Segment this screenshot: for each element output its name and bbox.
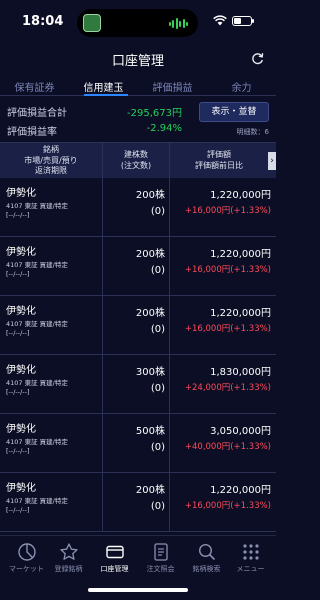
table-row[interactable]: 伊勢化 4107 東証 買建/特定 [--/--/--] 200株 (0) 1,…	[0, 178, 276, 237]
header-symbol: 銘柄 市場/売買/預り 返済期限	[0, 145, 102, 177]
status-bar: 18:04	[0, 0, 276, 44]
row-name: 伊勢化	[6, 365, 36, 376]
header-symbol-line2: 市場/売買/預り	[24, 155, 78, 165]
row-name: 伊勢化	[6, 424, 36, 435]
table-row[interactable]: 伊勢化 4107 東証 買建/特定 [--/--/--] 200株 (0) 1,…	[0, 237, 276, 296]
wifi-icon	[213, 15, 227, 26]
bottom-nav: マーケット 登録銘柄 口座管理 注文照会 銘柄検索 メニュー	[0, 535, 276, 600]
row-market: 4107 東証 買建/特定	[6, 261, 68, 269]
row-value: 1,220,000円	[210, 308, 271, 319]
header-quantity: 建株数 (注文数)	[103, 150, 169, 171]
row-value: 1,220,000円	[210, 190, 271, 201]
header-symbol-line1: 銘柄	[43, 145, 59, 154]
row-qty: 200株	[135, 190, 165, 201]
app-icon	[83, 14, 101, 32]
row-change: +24,000円(+1.33%)	[184, 383, 271, 393]
wallet-icon	[105, 545, 124, 559]
row-name: 伊勢化	[6, 247, 36, 258]
header-quantity-line1: 建株数	[124, 150, 148, 159]
row-limit: [--/--/--]	[6, 506, 30, 514]
table-row[interactable]: 伊勢化 4107 東証 買建/特定 [--/--/--] 200株 (0) 1,…	[0, 473, 276, 532]
status-time: 18:04	[22, 14, 64, 29]
pl-total-label: 評価損益合計	[7, 108, 67, 119]
row-order: (0)	[150, 206, 165, 217]
table-row[interactable]: 伊勢化 4107 東証 買建/特定 [--/--/--] 200株 (0) 1,…	[0, 296, 276, 355]
row-limit: [--/--/--]	[6, 329, 30, 337]
row-name: 伊勢化	[6, 483, 36, 494]
row-order: (0)	[150, 442, 165, 453]
header-valuation: 評価額 評価額前日比	[170, 150, 268, 171]
star-icon	[59, 543, 78, 560]
row-limit: [--/--/--]	[6, 388, 30, 396]
row-value: 3,050,000円	[210, 426, 271, 437]
pl-total-value: -295,673円	[127, 108, 182, 119]
tab-margin-positions[interactable]: 信用建玉	[69, 79, 138, 94]
row-qty: 200株	[135, 249, 165, 260]
document-icon	[153, 543, 168, 561]
page-title: 口座管理	[111, 54, 164, 69]
grid-menu-icon	[242, 544, 259, 560]
dynamic-island	[77, 9, 198, 37]
row-order: (0)	[150, 383, 165, 394]
header-valuation-line1: 評価額	[207, 150, 231, 159]
row-market: 4107 東証 買建/特定	[6, 379, 68, 387]
row-change: +16,000円(+1.33%)	[184, 324, 271, 334]
row-market: 4107 東証 買建/特定	[6, 497, 68, 505]
row-limit: [--/--/--]	[6, 270, 30, 278]
battery-icon	[232, 16, 254, 26]
row-change: +40,000円(+1.33%)	[184, 442, 271, 452]
header-valuation-line2: 評価額前日比	[195, 160, 243, 170]
active-tab-indicator	[84, 94, 128, 96]
pl-rate-value: -2.94%	[146, 123, 182, 134]
tab-buying-power[interactable]: 余力	[207, 79, 276, 94]
market-icon	[17, 543, 36, 561]
row-market: 4107 東証 買建/特定	[6, 320, 68, 328]
row-change: +16,000円(+1.33%)	[184, 265, 271, 275]
table-header: 銘柄 市場/売買/預り 返済期限 建株数 (注文数) 評価額 評価額前日比 ›	[0, 142, 276, 178]
row-order: (0)	[150, 265, 165, 276]
row-market: 4107 東証 買建/特定	[6, 438, 68, 446]
row-market: 4107 東証 買建/特定	[6, 202, 68, 210]
row-order: (0)	[150, 324, 165, 335]
row-qty: 300株	[135, 367, 165, 378]
row-value: 1,220,000円	[210, 249, 271, 260]
scroll-right-icon[interactable]: ›	[268, 152, 276, 170]
header-quantity-line2: (注文数)	[120, 160, 152, 170]
row-qty: 200株	[135, 308, 165, 319]
row-value: 1,830,000円	[210, 367, 271, 378]
table-row[interactable]: 伊勢化 4107 東証 買建/特定 [--/--/--] 500株 (0) 3,…	[0, 414, 276, 473]
row-limit: [--/--/--]	[6, 447, 30, 455]
row-name: 伊勢化	[6, 188, 36, 199]
search-icon	[198, 543, 215, 561]
row-change: +16,000円(+1.33%)	[184, 206, 271, 216]
row-name: 伊勢化	[6, 306, 36, 317]
table-row[interactable]: 伊勢化 4107 東証 買建/特定 [--/--/--] 300株 (0) 1,…	[0, 355, 276, 414]
tab-bar-top: 保有証券 信用建玉 評価損益 余力	[0, 74, 276, 96]
row-qty: 500株	[135, 426, 165, 437]
refresh-icon[interactable]	[251, 52, 264, 65]
row-qty: 200株	[135, 485, 165, 496]
tab-holdings[interactable]: 保有証券	[0, 79, 69, 94]
nav-menu[interactable]: メニュー	[223, 542, 278, 574]
header-symbol-line3: 返済期限	[35, 166, 67, 175]
row-value: 1,220,000円	[210, 485, 271, 496]
audio-wave-icon	[168, 18, 188, 29]
detail-count: 明細数：6	[236, 128, 269, 136]
tab-profit-loss[interactable]: 評価損益	[138, 79, 207, 94]
row-limit: [--/--/--]	[6, 211, 30, 219]
row-order: (0)	[150, 501, 165, 512]
display-sort-button[interactable]: 表示・並替	[199, 102, 269, 122]
pl-rate-label: 評価損益率	[7, 127, 57, 138]
home-indicator[interactable]	[88, 588, 188, 592]
title-bar: 口座管理	[0, 44, 276, 74]
summary-panel: 評価損益合計 -295,673円 評価損益率 -2.94% 表示・並替 明細数：…	[0, 100, 276, 142]
row-change: +16,000円(+1.33%)	[184, 501, 271, 511]
nav-menu-label: メニュー	[236, 565, 265, 573]
